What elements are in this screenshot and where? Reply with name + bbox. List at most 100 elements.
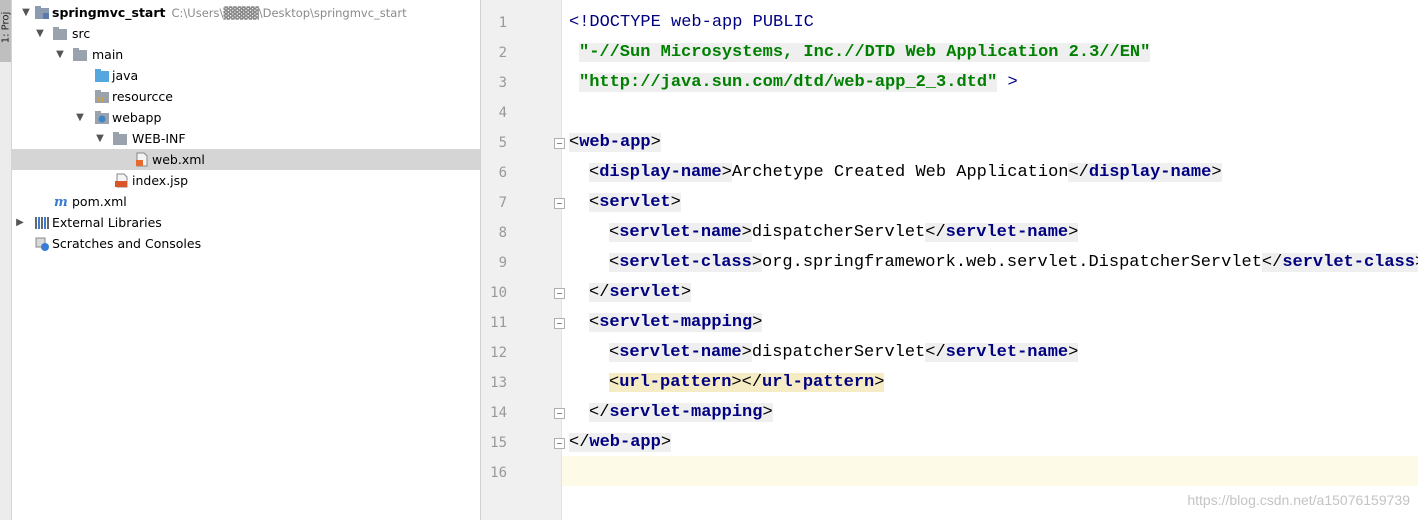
project-tool-tab-label: 1: Proj bbox=[0, 11, 12, 44]
tool-window-strip: 1: Proj bbox=[0, 0, 12, 520]
tree-row-resourcce[interactable]: resourcce bbox=[12, 86, 480, 107]
chevron-down-icon[interactable]: ▼ bbox=[74, 107, 86, 128]
code-line-8: <servlet-name>dispatcherServlet</servlet… bbox=[609, 223, 1079, 242]
tag-url-pattern-close: url-pattern bbox=[762, 373, 875, 392]
servlet-name-text: dispatcherServlet bbox=[751, 223, 926, 242]
fold-marker-icon[interactable] bbox=[554, 408, 565, 419]
code-line-1: <!DOCTYPE web-app PUBLIC bbox=[569, 8, 814, 38]
tree-row-external-libraries[interactable]: ▶ External Libraries bbox=[12, 212, 480, 233]
tree-row-web-inf[interactable]: ▼ WEB-INF bbox=[12, 128, 480, 149]
code-line-6: <display-name>Archetype Created Web Appl… bbox=[589, 163, 1222, 182]
xml-file-icon bbox=[134, 152, 150, 167]
web-folder-icon bbox=[94, 110, 110, 125]
code-editor[interactable]: 1 2 3 4 5 6 7 8 9 10 11 12 13 14 15 16 <… bbox=[481, 0, 1418, 520]
line-number: 16 bbox=[490, 465, 507, 481]
tag-servlet-class-open: servlet-class bbox=[619, 253, 752, 272]
doctype-close: > bbox=[1007, 73, 1018, 92]
line-number: 11 bbox=[490, 315, 507, 331]
tree-row-webapp[interactable]: ▼ webapp bbox=[12, 107, 480, 128]
doctype-public: PUBLIC bbox=[752, 13, 814, 32]
tag-servlet-name-open: servlet-name bbox=[619, 343, 742, 362]
root-project-path: C:\Users\▓▓▓▓\Desktop\springmvc_start bbox=[171, 6, 407, 20]
tree-row-main[interactable]: ▼ main bbox=[12, 44, 480, 65]
doctype-system-id: "http://java.sun.com/dtd/web-app_2_3.dtd… bbox=[579, 73, 998, 92]
line-number: 15 bbox=[490, 435, 507, 451]
project-tool-tab[interactable]: 1: Proj bbox=[0, 0, 12, 62]
folder-icon bbox=[112, 131, 128, 146]
servlet-name-text: dispatcherServlet bbox=[751, 343, 926, 362]
code-line-2: "-//Sun Microsystems, Inc.//DTD Web Appl… bbox=[579, 38, 1151, 68]
tree-row-index-jsp[interactable]: index.jsp bbox=[12, 170, 480, 191]
libraries-icon bbox=[34, 215, 50, 230]
chevron-right-icon[interactable]: ▶ bbox=[14, 212, 26, 233]
tree-label-web-xml: web.xml bbox=[152, 152, 205, 167]
root-project-name: springmvc_start bbox=[52, 5, 166, 20]
chevron-down-icon[interactable]: ▼ bbox=[54, 44, 66, 65]
line-number: 5 bbox=[498, 135, 507, 151]
tree-label-webapp: webapp bbox=[112, 110, 162, 125]
tag-web-app-open: web-app bbox=[579, 133, 651, 152]
chevron-down-icon[interactable]: ▼ bbox=[94, 128, 106, 149]
fold-marker-icon[interactable] bbox=[554, 438, 565, 449]
tree-row-src[interactable]: ▼ src bbox=[12, 23, 480, 44]
fold-marker-icon[interactable] bbox=[554, 288, 565, 299]
current-line-highlight bbox=[562, 456, 1418, 486]
line-number: 14 bbox=[490, 405, 507, 421]
tree-label-external-libraries: External Libraries bbox=[52, 215, 162, 230]
chevron-down-icon[interactable]: ▼ bbox=[34, 23, 46, 44]
tag-servlet-name-close: servlet-name bbox=[945, 223, 1069, 242]
code-line-9: <servlet-class>org.springframework.web.s… bbox=[609, 248, 1418, 278]
tree-row-java[interactable]: java bbox=[12, 65, 480, 86]
tag-web-app-close: web-app bbox=[589, 433, 661, 452]
maven-file-icon: m bbox=[54, 194, 70, 210]
fold-marker-icon[interactable] bbox=[554, 138, 565, 149]
tree-label-src: src bbox=[72, 26, 91, 41]
svg-text:m: m bbox=[54, 195, 68, 209]
doctype-public-id: "-//Sun Microsystems, Inc.//DTD Web Appl… bbox=[579, 43, 1151, 62]
tree-row-pom-xml[interactable]: m pom.xml bbox=[12, 191, 480, 212]
line-number: 8 bbox=[498, 225, 507, 241]
module-folder-icon bbox=[34, 5, 50, 20]
tree-row-root[interactable]: ▼ springmvc_start C:\Users\▓▓▓▓\Desktop\s… bbox=[12, 2, 480, 23]
source-folder-icon bbox=[94, 68, 110, 83]
jsp-file-icon bbox=[114, 173, 130, 188]
tree-label-main: main bbox=[92, 47, 124, 62]
tag-servlet-mapping-close: servlet-mapping bbox=[609, 403, 763, 422]
tree-row-web-xml[interactable]: web.xml bbox=[12, 149, 480, 170]
tree-row-scratches[interactable]: Scratches and Consoles bbox=[12, 233, 480, 254]
tag-servlet-class-close: servlet-class bbox=[1282, 253, 1415, 272]
tag-servlet-name-close: servlet-name bbox=[945, 343, 1069, 362]
tag-servlet-close: servlet bbox=[609, 283, 681, 302]
tree-label-web-inf: WEB-INF bbox=[132, 131, 186, 146]
line-number: 1 bbox=[498, 15, 507, 31]
tag-servlet-open: servlet bbox=[599, 193, 671, 212]
line-number: 2 bbox=[498, 45, 507, 61]
code-line-10: </servlet> bbox=[589, 283, 692, 302]
chevron-down-icon[interactable]: ▼ bbox=[20, 2, 32, 23]
tag-servlet-name-open: servlet-name bbox=[619, 223, 742, 242]
folder-icon bbox=[72, 47, 88, 62]
tag-servlet-mapping-open: servlet-mapping bbox=[599, 313, 753, 332]
line-number: 10 bbox=[490, 285, 507, 301]
doctype-root: web-app bbox=[671, 13, 743, 32]
watermark: https://blog.csdn.net/a15076159739 bbox=[1187, 492, 1410, 508]
display-name-text: Archetype Created Web Application bbox=[731, 163, 1069, 182]
editor-gutter: 1 2 3 4 5 6 7 8 9 10 11 12 13 14 15 16 bbox=[481, 0, 565, 520]
fold-marker-icon[interactable] bbox=[554, 198, 565, 209]
fold-marker-icon[interactable] bbox=[554, 318, 565, 329]
tree-label-java: java bbox=[112, 68, 139, 83]
tag-display-name-open: display-name bbox=[599, 163, 722, 182]
line-number: 3 bbox=[498, 75, 507, 91]
line-number: 9 bbox=[498, 255, 507, 271]
code-line-14: </servlet-mapping> bbox=[589, 403, 773, 422]
line-number: 6 bbox=[498, 165, 507, 181]
code-line-15: </web-app> bbox=[569, 433, 672, 452]
line-number: 4 bbox=[498, 105, 507, 121]
line-number: 13 bbox=[490, 375, 507, 391]
line-number: 12 bbox=[490, 345, 507, 361]
tag-url-pattern-open: url-pattern bbox=[619, 373, 732, 392]
code-line-5: <web-app> bbox=[569, 133, 661, 152]
resources-folder-icon bbox=[94, 89, 110, 104]
code-line-11: <servlet-mapping> bbox=[589, 313, 763, 332]
project-panel: ▼ springmvc_start C:\Users\▓▓▓▓\Desktop\s… bbox=[12, 0, 481, 520]
